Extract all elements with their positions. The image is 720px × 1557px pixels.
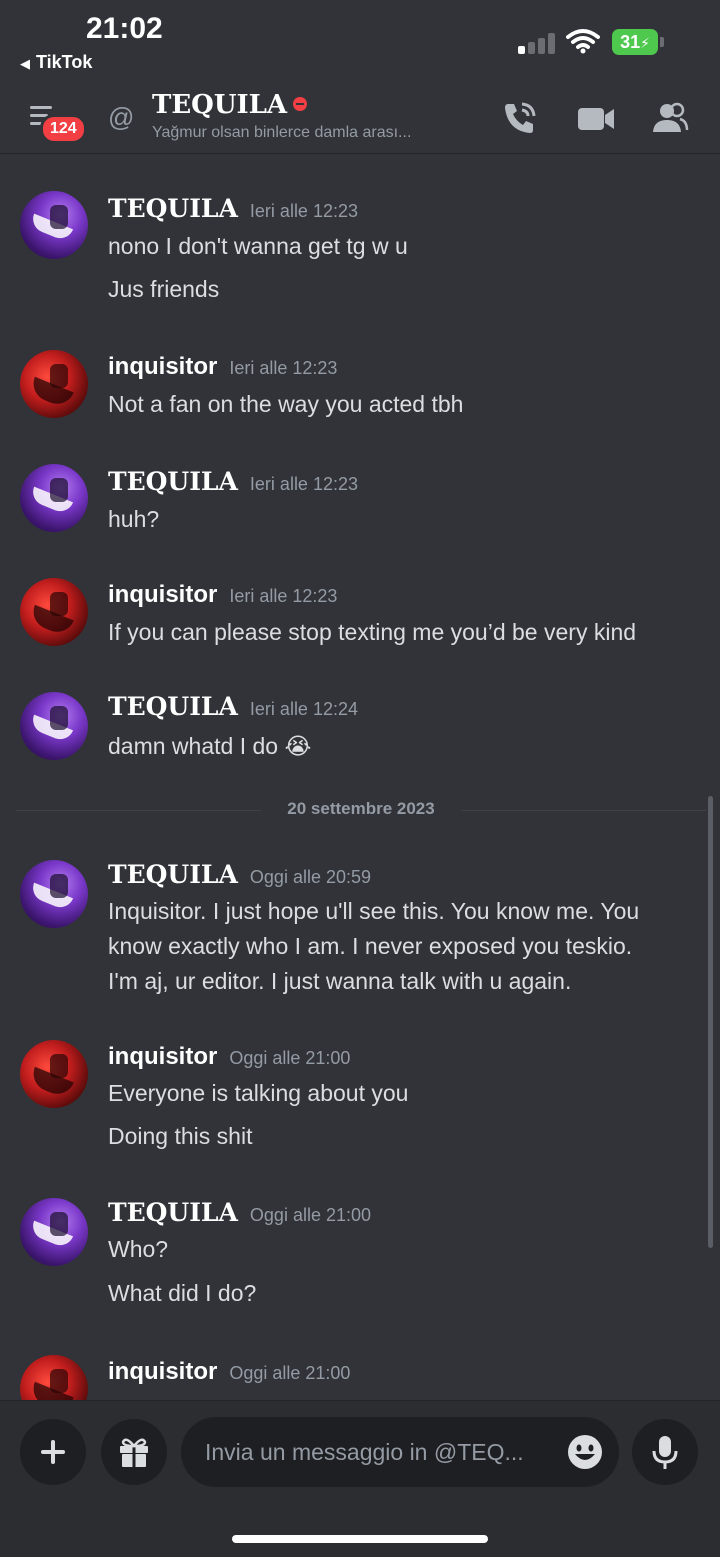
video-icon[interactable] (576, 98, 616, 138)
avatar[interactable] (20, 191, 88, 259)
message-timestamp: Ieri alle 12:23 (249, 201, 358, 221)
add-attachment-button[interactable] (20, 1419, 86, 1485)
avatar[interactable] (20, 1040, 88, 1108)
back-app-label: TikTok (36, 52, 93, 72)
dnd-status-icon (293, 97, 308, 111)
wifi-icon (566, 28, 600, 54)
composer-bar: Invia un messaggio in @TEQ... (0, 1400, 720, 1557)
avatar[interactable] (20, 1198, 88, 1266)
message-author[interactable]: TEQUILA Ieri alle 12:23 (108, 194, 358, 223)
battery-level: 31 (620, 32, 641, 52)
members-icon[interactable] (650, 98, 690, 138)
message-list[interactable]: TEQUILA Ieri alle 12:23 nono I don't wann… (0, 155, 720, 1400)
voice-message-button[interactable] (632, 1419, 698, 1485)
channel-header: 124 @ TEQUILA Yağmur olsan binlerce daml… (0, 82, 720, 154)
channel-title[interactable]: TEQUILA (152, 90, 308, 120)
avatar[interactable] (20, 860, 88, 928)
battery-icon: 31⚡ (612, 29, 664, 55)
avatar[interactable] (20, 578, 88, 646)
message-line: Who? (108, 1236, 169, 1262)
message-scrollbar[interactable] (708, 796, 713, 1248)
message-timestamp: Ieri alle 12:24 (249, 699, 358, 719)
message-line: damn whatd I do 😭 (108, 733, 312, 759)
status-time: 21:02 (86, 12, 163, 45)
unread-badge: 124 (40, 114, 87, 144)
message-author[interactable]: inquisitor Oggi alle 21:00 (108, 1358, 350, 1386)
back-to-app-link[interactable]: ◀ TikTok (20, 52, 92, 73)
home-indicator[interactable] (232, 1535, 488, 1543)
gift-icon (120, 1438, 148, 1467)
message-timestamp: Oggi alle 21:00 (229, 1048, 351, 1068)
message-author[interactable]: TEQUILA Oggi alle 21:00 (108, 1198, 371, 1227)
back-arrow-icon: ◀ (20, 56, 30, 71)
emoji-icon[interactable] (567, 1434, 603, 1470)
message-author[interactable]: TEQUILA Ieri alle 12:23 (108, 467, 358, 496)
avatar[interactable] (20, 692, 88, 760)
date-divider-label: 20 settembre 2023 (287, 799, 435, 818)
message-input[interactable]: Invia un messaggio in @TEQ... (181, 1417, 619, 1487)
avatar[interactable] (20, 1355, 88, 1400)
message-line: What did I do? (108, 1280, 257, 1306)
message-timestamp: Oggi alle 20:59 (249, 867, 372, 887)
date-divider: 20 settembre 2023 (16, 795, 706, 825)
avatar[interactable] (20, 350, 88, 418)
message-input-placeholder: Invia un messaggio in @TEQ... (205, 1439, 524, 1465)
message-line: Not a fan on the way you acted tbh (108, 391, 464, 417)
avatar[interactable] (20, 464, 88, 532)
message-timestamp: Ieri alle 12:23 (249, 474, 358, 494)
message-author[interactable]: inquisitor Oggi alle 21:00 (108, 1043, 350, 1071)
message-line: I'm aj, ur editor. I just wanna talk wit… (108, 968, 572, 994)
message-line: know exactly who I am. I never exposed y… (108, 933, 633, 959)
cellular-signal-icon (518, 32, 556, 54)
message-author[interactable]: inquisitor Ieri alle 12:23 (108, 353, 337, 381)
gift-button[interactable] (101, 1419, 167, 1485)
message-line: nono I don't wanna get tg w u (108, 233, 408, 259)
message-line: Inquisitor. I just hope u'll see this. Y… (108, 898, 640, 924)
message-author[interactable]: TEQUILA Ieri alle 12:24 (108, 692, 358, 721)
message-author[interactable]: inquisitor Ieri alle 12:23 (108, 581, 337, 609)
status-bar: 21:02 ◀ TikTok 31⚡ (0, 0, 720, 82)
message-line: If you can please stop texting me you’d … (108, 619, 637, 645)
message-timestamp: Oggi alle 21:00 (229, 1363, 351, 1383)
at-icon: @ (108, 102, 135, 132)
plus-icon (41, 1440, 65, 1464)
channel-name: TEQUILA (152, 90, 288, 120)
channel-status: Yağmur olsan binlerce damla arası... (152, 124, 412, 141)
message-timestamp: Ieri alle 12:23 (229, 586, 338, 606)
message-line: huh? (108, 506, 160, 532)
message-timestamp: Ieri alle 12:23 (229, 358, 338, 378)
microphone-icon (652, 1436, 678, 1469)
phone-call-icon[interactable] (500, 98, 540, 138)
message-line: Everyone is talking about you (108, 1080, 409, 1106)
message-timestamp: Oggi alle 21:00 (249, 1205, 372, 1225)
message-line: Doing this shit (108, 1123, 253, 1149)
message-author[interactable]: TEQUILA Oggi alle 20:59 (108, 860, 371, 889)
message-line: Jus friends (108, 276, 220, 302)
